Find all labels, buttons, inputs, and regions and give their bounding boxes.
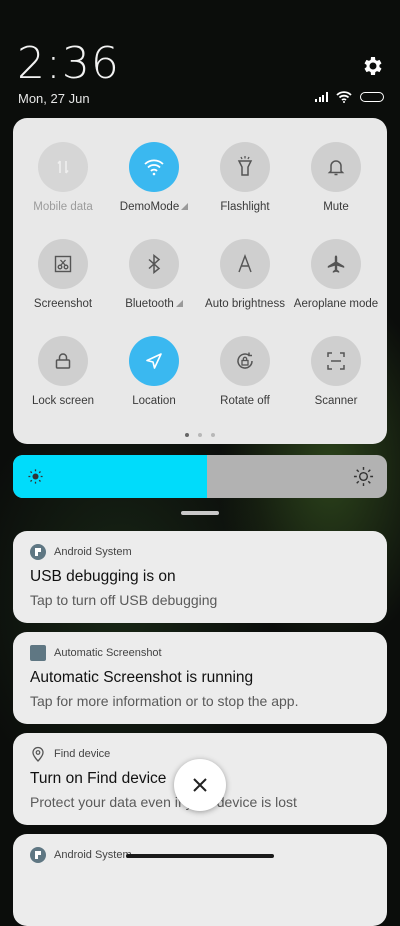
automatic-screenshot-icon bbox=[30, 645, 46, 661]
date[interactable]: Mon, 27 Jun bbox=[18, 91, 90, 106]
tile-label: Flashlight bbox=[220, 201, 270, 213]
notification-body: Tap to turn off USB debugging bbox=[30, 592, 218, 608]
tile-label: Aeroplane mode bbox=[293, 298, 379, 310]
tile-lock-screen[interactable]: Lock screen bbox=[17, 336, 109, 407]
clock[interactable]: 2:36 bbox=[17, 38, 120, 89]
notification-body: Tap for more information or to stop the … bbox=[30, 693, 299, 709]
tile-location[interactable]: Location bbox=[108, 336, 200, 407]
lock-icon bbox=[38, 336, 88, 386]
notification-app-name: Automatic Screenshot bbox=[54, 647, 162, 659]
close-icon bbox=[193, 778, 207, 792]
tile-mobile-data[interactable]: Mobile data bbox=[17, 142, 109, 213]
tile-scanner[interactable]: Scanner bbox=[290, 336, 382, 407]
tile-label: Screenshot bbox=[33, 298, 93, 310]
tile-aeroplane-mode[interactable]: Aeroplane mode bbox=[290, 239, 382, 310]
tile-label: Mobile data bbox=[33, 201, 93, 213]
tile-flashlight[interactable]: Flashlight bbox=[199, 142, 291, 213]
notification-title: Automatic Screenshot is running bbox=[30, 669, 254, 686]
settings-gear-icon[interactable] bbox=[360, 54, 384, 78]
auto-brightness-icon bbox=[220, 239, 270, 289]
tile-label: Location bbox=[132, 395, 176, 407]
notification-header: Automatic Screenshot bbox=[30, 645, 162, 661]
status-bar-icons bbox=[315, 91, 384, 103]
drag-handle[interactable] bbox=[181, 511, 219, 515]
mobile-data-icon bbox=[38, 142, 88, 192]
bluetooth-icon bbox=[129, 239, 179, 289]
notification-app-name: Android System bbox=[54, 546, 132, 558]
rotate-lock-icon bbox=[220, 336, 270, 386]
tile-label: Auto brightness bbox=[205, 298, 285, 310]
tile-label: Lock screen bbox=[31, 395, 94, 407]
notification-app-name: Find device bbox=[54, 748, 111, 760]
screenshot-icon bbox=[38, 239, 88, 289]
brightness-low-icon bbox=[28, 469, 43, 484]
android-system-icon bbox=[30, 847, 46, 863]
quick-settings-panel: Mobile data DemoMode Flashlight Mute Scr… bbox=[13, 118, 387, 444]
notification-title: USB debugging is on bbox=[30, 568, 176, 585]
notification-usb-debugging[interactable]: Android System USB debugging is on Tap t… bbox=[13, 531, 387, 623]
notification-app-name: Android System bbox=[54, 849, 132, 861]
notification-header: Find device bbox=[30, 746, 110, 762]
tile-demomode[interactable]: DemoMode bbox=[108, 142, 200, 213]
tile-label: Scanner bbox=[314, 395, 358, 407]
notification-body: Protect your data even if your device is… bbox=[30, 794, 297, 810]
tile-label: DemoMode bbox=[108, 201, 200, 213]
battery-icon bbox=[359, 92, 384, 102]
clear-notifications-button[interactable] bbox=[174, 759, 226, 811]
location-icon bbox=[129, 336, 179, 386]
notification-automatic-screenshot[interactable]: Automatic Screenshot Automatic Screensho… bbox=[13, 632, 387, 724]
brightness-high-icon bbox=[353, 466, 374, 487]
page-dot-2 bbox=[198, 433, 202, 437]
notification-android-system[interactable]: Android System bbox=[13, 834, 387, 926]
gesture-nav-bar[interactable] bbox=[126, 854, 274, 858]
tile-label: Mute bbox=[323, 201, 349, 213]
page-dot-1 bbox=[185, 433, 189, 437]
notification-header: Android System bbox=[30, 847, 132, 863]
bell-icon bbox=[311, 142, 361, 192]
tile-screenshot[interactable]: Screenshot bbox=[17, 239, 109, 310]
tile-label: Bluetooth bbox=[108, 298, 200, 310]
tile-label: Rotate off bbox=[220, 395, 270, 407]
flashlight-icon bbox=[220, 142, 270, 192]
notification-header: Android System bbox=[30, 544, 132, 560]
android-system-icon bbox=[30, 544, 46, 560]
scanner-icon bbox=[311, 336, 361, 386]
tile-bluetooth[interactable]: Bluetooth bbox=[108, 239, 200, 310]
tile-auto-brightness[interactable]: Auto brightness bbox=[199, 239, 291, 310]
tile-rotate-off[interactable]: Rotate off bbox=[199, 336, 291, 407]
page-dot-3 bbox=[211, 433, 215, 437]
find-device-icon bbox=[32, 746, 44, 762]
tile-mute[interactable]: Mute bbox=[290, 142, 382, 213]
page-indicator bbox=[13, 433, 387, 437]
notification-title: Turn on Find device bbox=[30, 770, 167, 787]
signal-icon bbox=[315, 92, 328, 102]
airplane-icon bbox=[311, 239, 361, 289]
wifi-status-icon bbox=[335, 91, 352, 103]
brightness-slider[interactable] bbox=[13, 455, 387, 498]
wifi-icon bbox=[129, 142, 179, 192]
